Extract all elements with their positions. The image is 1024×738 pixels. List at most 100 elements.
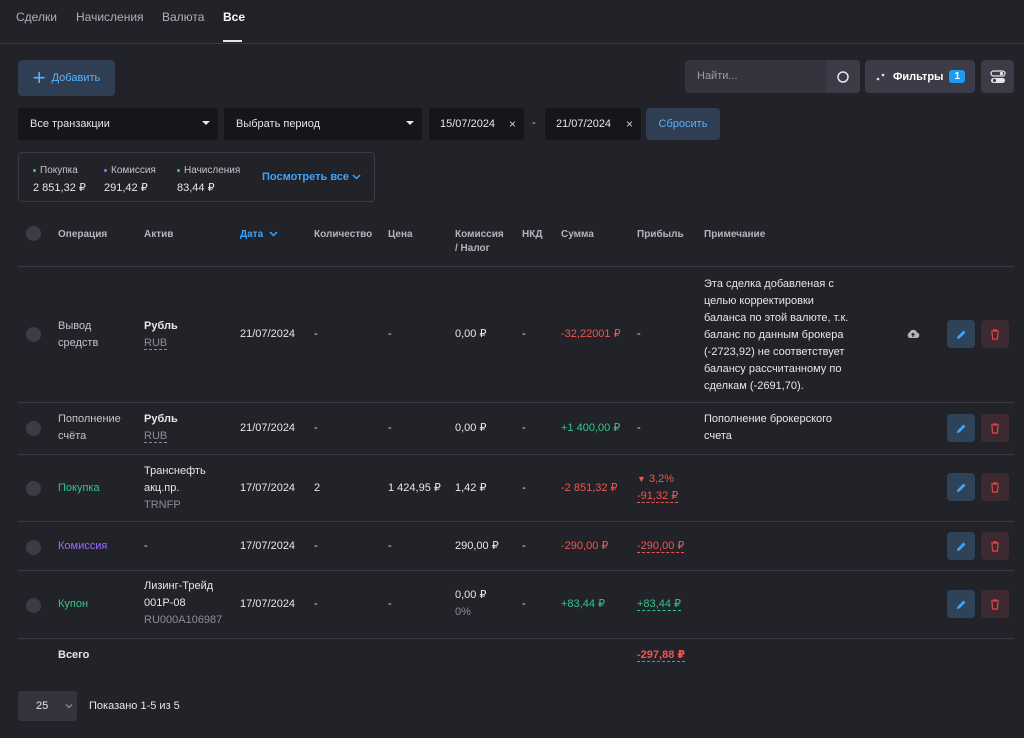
header-date[interactable]: Дата (240, 228, 278, 242)
operation-cell: Купон (58, 598, 89, 610)
edit-button[interactable] (947, 590, 975, 618)
profit-value[interactable]: -91,32 ₽ (637, 490, 679, 503)
note-cell: Пополнение брокерского счета (704, 411, 864, 445)
commission-cell: 0,00 ₽ (455, 422, 487, 434)
edit-button[interactable] (947, 414, 975, 442)
asset-name-line2: акц.пр. (144, 482, 180, 494)
page-size-select[interactable]: 25 (18, 691, 77, 721)
header-quantity[interactable]: Количество (314, 228, 372, 242)
edit-button[interactable] (947, 473, 975, 501)
total-profit-value[interactable]: -297,88 ₽ (637, 649, 686, 662)
asset-name: Транснефть (144, 465, 206, 477)
period-select[interactable]: Выбрать период (224, 108, 422, 140)
asset-code[interactable]: RU000A106987 (144, 614, 222, 626)
total-profit-cell: -297,88 ₽ (637, 647, 686, 664)
nkd-cell: - (522, 540, 526, 552)
dot-icon (33, 169, 36, 172)
search-button[interactable] (826, 60, 860, 93)
summary-value: 2 851,32 ₽ (33, 182, 86, 194)
date-to-field[interactable]: 21/07/2024 × (545, 108, 641, 140)
profit-cell: -290,00 ₽ (637, 538, 685, 555)
reset-button[interactable]: Сбросить (646, 108, 720, 140)
transactions-select[interactable]: Все транзакции (18, 108, 218, 140)
pagination-info: Показано 1-5 из 5 (89, 700, 180, 712)
divider (18, 266, 1014, 267)
profit-pct: ▼ 3,2% (637, 473, 674, 485)
price-cell: - (388, 422, 392, 434)
date-cell: 17/07/2024 (240, 540, 296, 552)
header-price[interactable]: Цена (388, 228, 413, 242)
caret-down-icon (406, 121, 414, 125)
summary-panel: Покупка 2 851,32 ₽ Комиссия 291,42 ₽ Нач… (18, 152, 375, 202)
profit-value[interactable]: -290,00 ₽ (637, 540, 685, 553)
header-operation[interactable]: Операция (58, 228, 107, 242)
quantity-cell: - (314, 422, 318, 434)
delete-button[interactable] (981, 590, 1009, 618)
asset-code[interactable]: TRNFP (144, 499, 181, 511)
note-line: сделкам (-2691,70). (704, 380, 804, 392)
toggle-icon (989, 69, 1006, 83)
delete-button[interactable] (981, 320, 1009, 348)
asset-code[interactable]: RUB (144, 430, 168, 443)
operation-line2: счёта (58, 430, 87, 442)
add-button[interactable]: + Добавить (18, 60, 115, 96)
pencil-icon (956, 542, 965, 551)
asset-name: Лизинг-Трейд (144, 580, 214, 592)
tax-value: 0% (455, 606, 471, 618)
header-nkd[interactable]: НКД (522, 228, 542, 242)
delete-button[interactable] (981, 532, 1009, 560)
active-tab-indicator (223, 40, 242, 42)
header-commission[interactable]: Комиссия / Налог (455, 228, 504, 256)
row-checkbox[interactable] (26, 481, 41, 496)
asset-cell: Лизинг-Трейд 001P-08 RU000A106987 (144, 578, 222, 629)
header-commission-line1: Комиссия (455, 229, 504, 240)
dot-icon (177, 169, 180, 172)
quantity-cell: 2 (314, 482, 321, 494)
date-cell: 21/07/2024 (240, 422, 296, 434)
date-from-value: 15/07/2024 (440, 118, 496, 130)
select-all-checkbox[interactable] (26, 226, 41, 241)
tab-accruals[interactable]: Начисления (76, 10, 144, 24)
trash-icon (991, 540, 999, 552)
asset-code[interactable]: RUB (144, 337, 168, 350)
cloud-upload-icon[interactable] (906, 328, 920, 339)
header-profit[interactable]: Прибыль (637, 228, 684, 242)
edit-button[interactable] (947, 532, 975, 560)
row-checkbox[interactable] (26, 540, 41, 555)
see-all-link[interactable]: Посмотреть все (262, 171, 361, 183)
chevron-down-icon (352, 174, 361, 180)
note-line: баланс по данным брокера (704, 329, 844, 341)
price-cell: - (388, 598, 392, 610)
header-sum[interactable]: Сумма (561, 228, 594, 242)
asset-cell: Рубль RUB (144, 318, 178, 352)
tab-deals[interactable]: Сделки (16, 10, 57, 24)
filters-count-badge: 1 (949, 70, 965, 83)
filters-button[interactable]: Фильтры 1 (865, 60, 975, 93)
row-checkbox[interactable] (26, 598, 41, 613)
note-line: счета (704, 430, 732, 442)
period-select-value: Выбрать период (236, 118, 320, 130)
nkd-cell: - (522, 598, 526, 610)
row-checkbox[interactable] (26, 327, 41, 342)
clear-date-from-icon[interactable]: × (509, 117, 516, 131)
row-checkbox[interactable] (26, 421, 41, 436)
date-from-field[interactable]: 15/07/2024 × (429, 108, 524, 140)
tab-currency[interactable]: Валюта (162, 10, 204, 24)
asset-name-line2: 001P-08 (144, 597, 186, 609)
header-asset[interactable]: Актив (144, 228, 173, 242)
clear-date-to-icon[interactable]: × (626, 117, 633, 131)
sum-cell: -2 851,32 ₽ (561, 482, 618, 494)
search-input[interactable]: Найти... (697, 70, 738, 82)
operation-line1: Пополнение (58, 413, 121, 425)
view-toggle-button[interactable] (981, 60, 1014, 93)
filter-icon (876, 73, 885, 80)
delete-button[interactable] (981, 473, 1009, 501)
operation-line1: Вывод (58, 320, 92, 332)
pencil-icon (956, 483, 965, 492)
tab-all[interactable]: Все (223, 10, 245, 24)
delete-button[interactable] (981, 414, 1009, 442)
edit-button[interactable] (947, 320, 975, 348)
note-line: (-2723,92) не соответствует (704, 346, 845, 358)
profit-value[interactable]: +83,44 ₽ (637, 598, 682, 611)
asset-cell: - (144, 540, 148, 552)
